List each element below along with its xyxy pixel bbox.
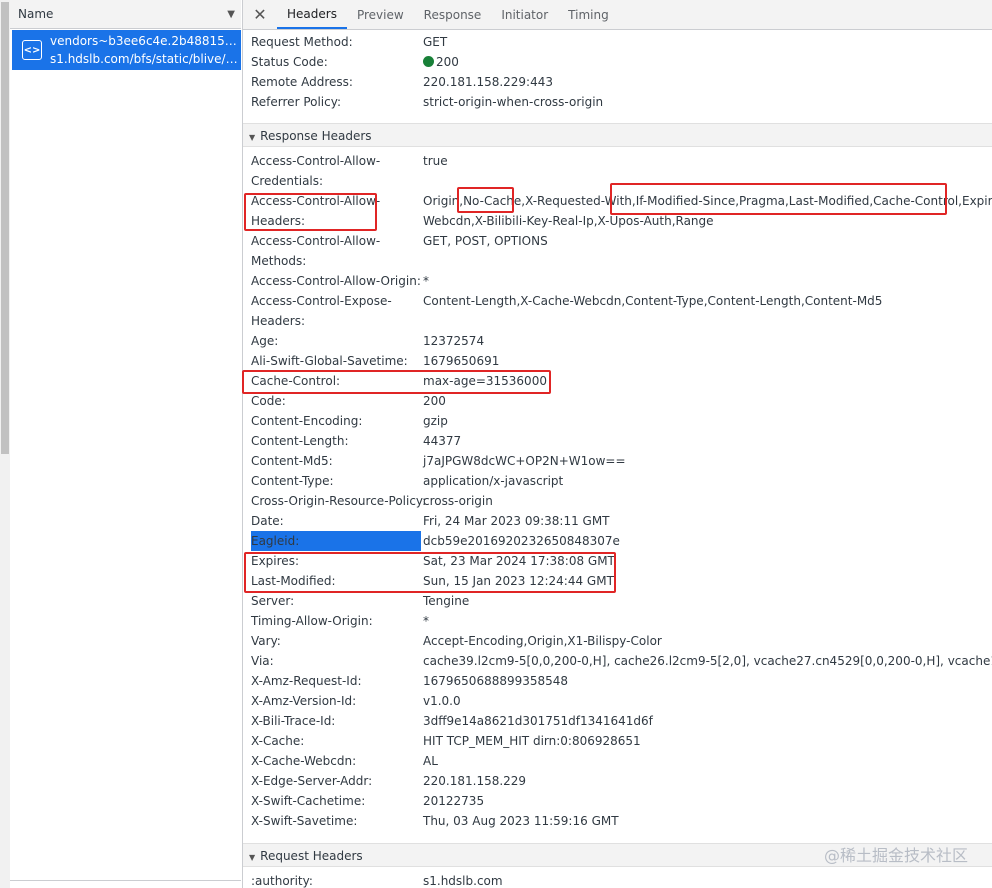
tab-preview[interactable]: Preview	[347, 0, 414, 29]
header-value: Content-Length,X-Cache-Webcdn,Content-Ty…	[423, 294, 883, 308]
header-value: v1.0.0	[423, 694, 461, 708]
header-key: Content-Encoding:	[251, 414, 363, 428]
header-key: Content-Md5:	[251, 454, 333, 468]
header-key: X-Cache-Webcdn:	[251, 754, 357, 768]
name-column-label: Name	[18, 7, 54, 21]
header-value: s1.hdslb.com	[423, 874, 503, 888]
name-column-header[interactable]: Name ▼	[10, 0, 241, 29]
request-list-pane: Name ▼ <> vendors~b3ee6c4e.2b488151.js s…	[0, 0, 243, 888]
section-title: Response Headers	[260, 129, 372, 143]
header-key: Referrer Policy:	[251, 95, 341, 109]
header-key: Access-Control-Allow-Origin:	[251, 274, 421, 288]
watermark: @稀土掘金技术社区	[823, 846, 968, 865]
header-key: X-Bili-Trace-Id:	[251, 714, 336, 728]
request-file-name: vendors~b3ee6c4e.2b488151.js	[50, 34, 241, 48]
header-key: Vary:	[251, 634, 281, 648]
expand-triangle-icon[interactable]: ▼	[249, 133, 255, 142]
header-value: 20122735	[423, 794, 485, 808]
header-key: Content-Type:	[251, 474, 334, 488]
header-value: Fri, 24 Mar 2023 09:38:11 GMT	[423, 514, 610, 528]
header-value: 200	[423, 394, 446, 408]
header-value: 220.181.158.229:443	[423, 75, 554, 89]
header-value: GET	[423, 35, 448, 49]
header-value: GET, POST, OPTIONS	[423, 234, 548, 248]
header-value: *	[423, 614, 429, 628]
header-value: strict-origin-when-cross-origin	[423, 95, 604, 109]
header-key: :authority:	[251, 874, 313, 888]
request-url: s1.hdslb.com/bfs/static/blive/blfe...	[50, 52, 241, 66]
header-key: X-Edge-Server-Addr:	[251, 774, 373, 788]
scrollbar-thumb[interactable]	[1, 2, 9, 454]
header-value: 12372574	[423, 334, 485, 348]
header-key: Age:	[251, 334, 279, 348]
header-key: Request Method:	[251, 35, 353, 49]
divider	[10, 880, 241, 881]
tab-timing[interactable]: Timing	[558, 0, 619, 29]
status-ok-dot-icon	[423, 56, 434, 67]
header-key: X-Cache:	[251, 734, 305, 748]
header-value: Thu, 03 Aug 2023 11:59:16 GMT	[423, 814, 619, 828]
annotation-box	[242, 370, 551, 394]
header-value: 220.181.158.229	[423, 774, 527, 788]
header-key: Cross-Origin-Resource-Policy:	[251, 494, 427, 508]
header-key: Date:	[251, 514, 284, 528]
header-key: Remote Address:	[251, 75, 353, 89]
header-key: Status Code:	[251, 55, 328, 69]
header-key: Ali-Swift-Global-Savetime:	[251, 354, 408, 368]
header-value: *	[423, 274, 429, 288]
annotation-box	[610, 183, 947, 215]
annotation-box	[244, 193, 377, 231]
header-value: 3dff9e14a8621d301751df1341641d6f	[423, 714, 653, 728]
header-key: Access-Control-Allow-Methods:	[251, 234, 381, 268]
header-key: Code:	[251, 394, 286, 408]
request-detail-pane: ✕ Headers Preview Response Initiator Tim…	[243, 0, 992, 888]
header-key: Content-Length:	[251, 434, 349, 448]
header-key: Via:	[251, 654, 274, 668]
header-key: X-Swift-Savetime:	[251, 814, 358, 828]
tab-initiator[interactable]: Initiator	[491, 0, 558, 29]
header-key: Server:	[251, 594, 295, 608]
header-key: Timing-Allow-Origin:	[251, 614, 373, 628]
expand-triangle-icon[interactable]: ▼	[249, 853, 255, 862]
header-key: X-Amz-Version-Id:	[251, 694, 357, 708]
section-title: Request Headers	[260, 849, 363, 863]
header-value: cross-origin	[423, 494, 493, 508]
header-value: 1679650688899358548	[423, 674, 569, 688]
tab-response[interactable]: Response	[414, 0, 492, 29]
annotation-box	[244, 552, 616, 593]
status-code-text: 200	[436, 55, 459, 69]
detail-tabbar: ✕ Headers Preview Response Initiator Tim…	[243, 0, 992, 30]
tab-headers[interactable]: Headers	[277, 0, 347, 29]
annotation-box	[457, 187, 514, 213]
header-key: X-Swift-Cachetime:	[251, 794, 366, 808]
header-key: Access-Control-Allow-Credentials:	[251, 154, 381, 188]
close-icon[interactable]: ✕	[243, 0, 277, 29]
response-headers-section[interactable]: ▼ Response Headers	[243, 123, 992, 147]
header-value: 44377	[423, 434, 462, 448]
header-value: dcb59e2016920232650848307e	[423, 534, 620, 548]
header-value: true	[423, 154, 448, 168]
request-row-selected[interactable]: <> vendors~b3ee6c4e.2b488151.js s1.hdslb…	[12, 30, 241, 70]
status-code-value: 200	[423, 52, 459, 72]
header-value: gzip	[423, 414, 448, 428]
header-value: Accept-Encoding,Origin,X1-Bilispy-Color	[423, 634, 662, 648]
header-value: application/x-javascript	[423, 474, 564, 488]
scrollbar[interactable]	[0, 0, 10, 888]
header-value: Tengine	[423, 594, 470, 608]
header-value: j7aJPGW8dcWC+OP2N+W1ow==	[423, 454, 626, 468]
header-value: 1679650691	[423, 354, 500, 368]
script-file-icon: <>	[22, 40, 42, 60]
header-key: Access-Control-Expose-Headers:	[251, 294, 392, 328]
header-value: AL	[423, 754, 438, 768]
header-value: cache39.l2cm9-5[0,0,200-0,H], cache26.l2…	[423, 654, 992, 668]
header-key: X-Amz-Request-Id:	[251, 674, 362, 688]
header-value-line: Webcdn,X-Bilibili-Key-Real-Ip,X-Upos-Aut…	[423, 214, 714, 228]
sort-down-icon[interactable]: ▼	[227, 9, 235, 20]
header-key: Eagleid:	[251, 531, 421, 551]
header-value: HIT TCP_MEM_HIT dirn:0:806928651	[423, 734, 641, 748]
